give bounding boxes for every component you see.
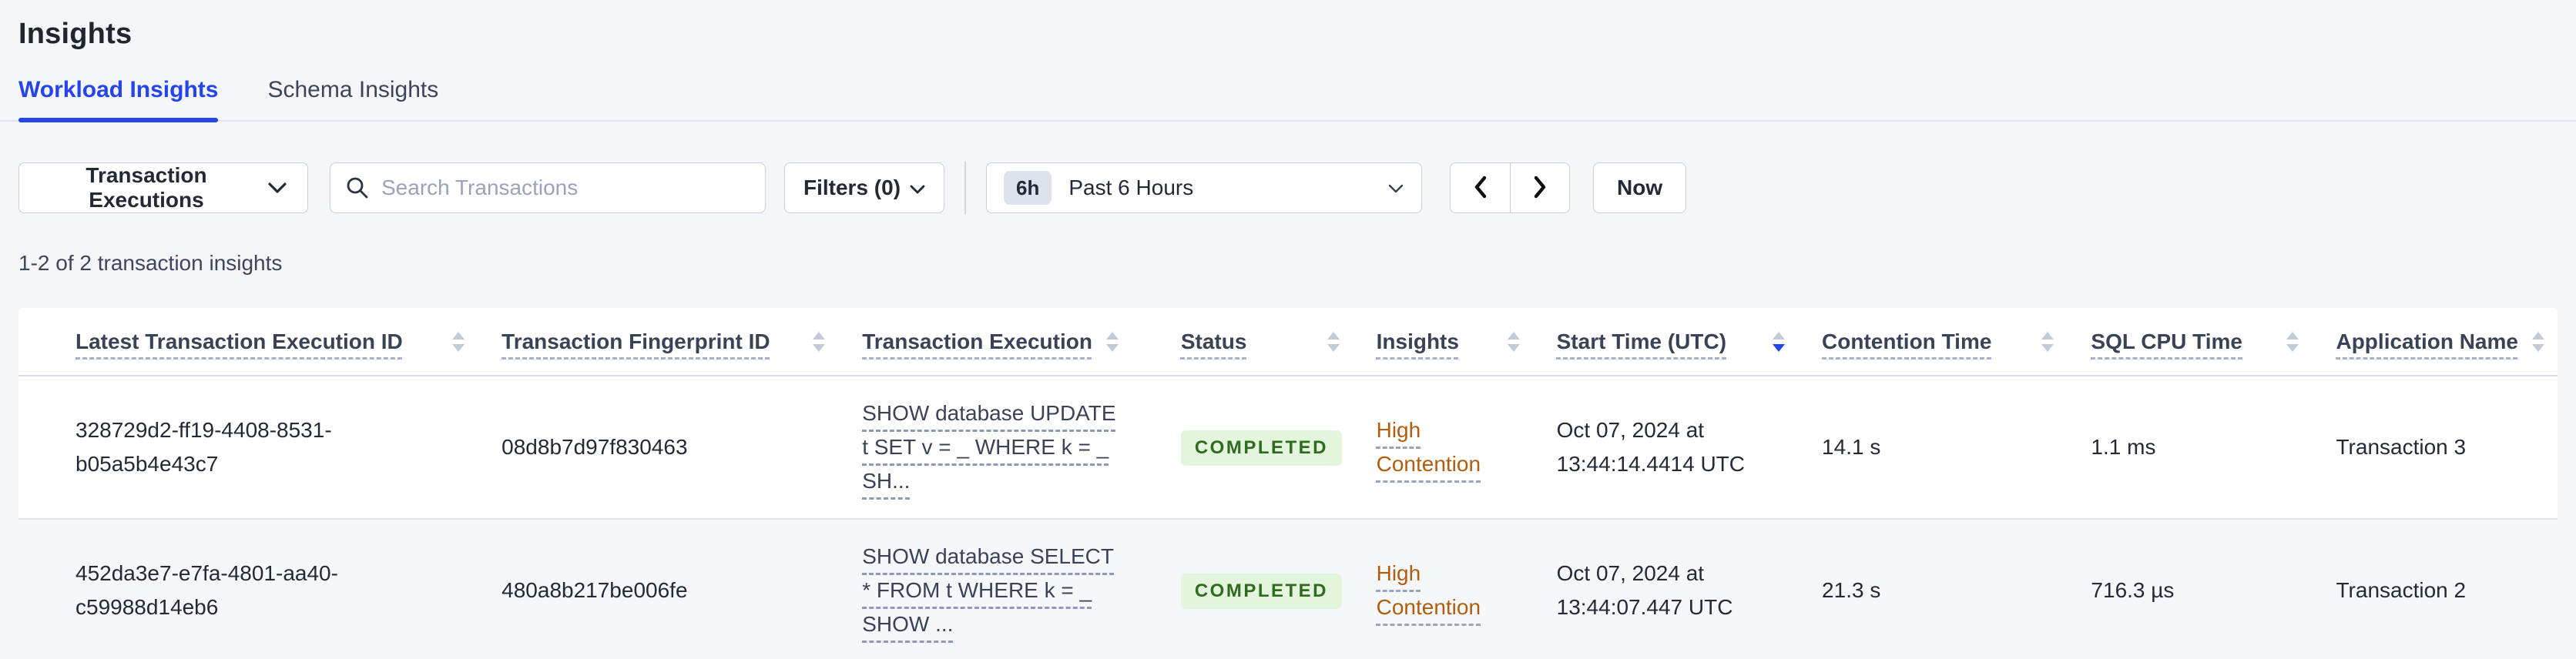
sort-icon[interactable]	[1773, 331, 1786, 352]
transaction-execution-link[interactable]: SHOW database UPDATE t SET v = _ WHERE k…	[862, 401, 1115, 493]
column-header-insights[interactable]: Insights	[1357, 308, 1538, 376]
filters-button[interactable]: Filters (0)	[784, 162, 945, 213]
transaction-execution-link[interactable]: SHOW database SELECT * FROM t WHERE k = …	[862, 544, 1114, 636]
report-type-dropdown-label: Transaction Executions	[86, 163, 207, 212]
cell-fingerprint-id: 08d8b7d97f830463	[501, 435, 688, 459]
sort-icon[interactable]	[1327, 331, 1340, 352]
next-range-button[interactable]	[1510, 163, 1570, 212]
sort-icon[interactable]	[1105, 331, 1119, 352]
sort-icon[interactable]	[2041, 331, 2054, 352]
table-row: 328729d2-ff19-4408-8531-b05a5b4e43c7 08d…	[18, 376, 2558, 519]
sort-icon[interactable]	[1507, 331, 1520, 352]
table-row: 452da3e7-e7fa-4801-aa40-c59988d14eb6 480…	[18, 519, 2558, 659]
sort-icon[interactable]	[452, 331, 465, 352]
time-range-label: Past 6 Hours	[1068, 176, 1194, 199]
time-range-picker[interactable]: 6h Past 6 Hours	[986, 162, 1423, 213]
column-header-contention-time[interactable]: Contention Time	[1803, 308, 2073, 376]
results-count: 1-2 of 2 transaction insights	[18, 251, 283, 275]
tab-schema-insights-label: Schema Insights	[267, 77, 439, 102]
previous-range-button[interactable]	[1451, 163, 1511, 212]
cell-contention-time: 14.1 s	[1822, 435, 1881, 459]
report-type-dropdown[interactable]: Transaction Executions	[18, 162, 308, 213]
insights-page: Insights Workload Insights Schema Insigh…	[0, 12, 2576, 659]
column-header-latest-transaction-execution-id[interactable]: Latest Transaction Execution ID	[18, 308, 484, 376]
column-header-start-time[interactable]: Start Time (UTC)	[1538, 308, 1804, 376]
filters-button-label: Filters (0)	[803, 176, 901, 199]
cell-contention-time: 21.3 s	[1822, 578, 1881, 602]
now-button[interactable]: Now	[1593, 162, 1687, 213]
tab-bar: Workload Insights Schema Insights	[0, 77, 2576, 122]
page-title: Insights	[18, 18, 132, 50]
chevron-left-icon	[1471, 174, 1490, 202]
search-input[interactable]	[330, 162, 766, 213]
insight-link[interactable]: High Contention	[1377, 561, 1481, 619]
cell-start-time: Oct 07, 2024 at 13:44:07.447 UTC	[1556, 561, 1733, 619]
cell-application-name: Transaction 3	[2336, 435, 2467, 459]
status-badge: COMPLETED	[1180, 573, 1342, 609]
status-badge: COMPLETED	[1180, 430, 1342, 466]
chevron-down-icon	[910, 176, 925, 200]
tab-schema-insights[interactable]: Schema Insights	[267, 77, 438, 120]
time-range-pager	[1450, 162, 1571, 213]
column-header-transaction-fingerprint-id[interactable]: Transaction Fingerprint ID	[483, 308, 844, 376]
cell-application-name: Transaction 2	[2336, 578, 2467, 602]
cell-sql-cpu-time: 1.1 ms	[2091, 435, 2156, 459]
time-range-badge: 6h	[1004, 171, 1052, 205]
cell-fingerprint-id: 480a8b217be006fe	[501, 578, 688, 602]
chevron-down-icon	[267, 176, 287, 200]
insights-table-card: Latest Transaction Execution ID Transact…	[18, 308, 2558, 659]
cell-sql-cpu-time: 716.3 µs	[2091, 578, 2175, 602]
sort-icon[interactable]	[2286, 331, 2299, 352]
tab-workload-insights[interactable]: Workload Insights	[18, 77, 219, 122]
column-header-status[interactable]: Status	[1162, 308, 1358, 376]
column-header-sql-cpu-time[interactable]: SQL CPU Time	[2072, 308, 2318, 376]
transaction-insights-table: Latest Transaction Execution ID Transact…	[18, 308, 2558, 659]
chevron-right-icon	[1531, 174, 1549, 202]
chevron-down-icon	[1387, 176, 1404, 200]
cell-start-time: Oct 07, 2024 at 13:44:14.4414 UTC	[1556, 418, 1746, 476]
sort-icon[interactable]	[813, 331, 826, 352]
cell-execution-id: 452da3e7-e7fa-4801-aa40-c59988d14eb6	[75, 561, 338, 619]
search-box	[330, 162, 766, 213]
cell-execution-id: 328729d2-ff19-4408-8531-b05a5b4e43c7	[75, 418, 332, 476]
column-header-transaction-execution[interactable]: Transaction Execution	[844, 308, 1162, 376]
tab-workload-insights-label: Workload Insights	[18, 77, 219, 102]
table-header-row: Latest Transaction Execution ID Transact…	[18, 308, 2558, 376]
insight-link[interactable]: High Contention	[1377, 418, 1481, 476]
toolbar: Transaction Executions Filters (0) 6h Pa…	[18, 162, 2558, 214]
sort-icon[interactable]	[2531, 331, 2544, 352]
column-header-application-name[interactable]: Application Name	[2317, 308, 2558, 376]
toolbar-divider	[964, 162, 967, 214]
